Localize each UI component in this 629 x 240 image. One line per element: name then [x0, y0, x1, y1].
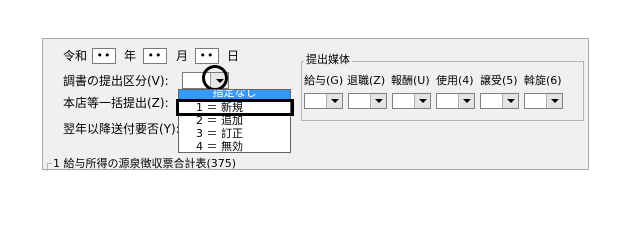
- year-input[interactable]: ••: [92, 48, 116, 64]
- media-col-use: 使用(4): [436, 74, 474, 87]
- media-select-retire[interactable]: [348, 93, 387, 109]
- chevron-down-icon: [463, 99, 471, 103]
- section-frame: [47, 163, 52, 171]
- section-title: 1 給与所得の源泉徴収票合計表(375): [53, 157, 237, 170]
- month-label: 月: [176, 49, 189, 63]
- chevron-down-icon: [375, 99, 383, 103]
- highlight-box: [176, 99, 294, 116]
- chevron-down-icon: [507, 99, 515, 103]
- year-label: 年: [124, 49, 137, 63]
- media-select-transfer[interactable]: [480, 93, 519, 109]
- next-year-label: 翌年以降送付要否(Y):: [63, 122, 180, 136]
- head-office-label: 本店等一括提出(Z):: [63, 96, 169, 110]
- dropdown-option-correct[interactable]: 3 ＝ 訂正: [179, 127, 290, 140]
- media-col-brokerage: 斡旋(6): [524, 74, 562, 87]
- chevron-down-icon: [419, 99, 427, 103]
- media-groupbox-title: 提出媒体: [304, 53, 352, 66]
- media-select-use[interactable]: [436, 93, 475, 109]
- day-input[interactable]: ••: [195, 48, 219, 64]
- dropdown-option-invalid[interactable]: 4 ＝ 無効: [179, 140, 290, 152]
- media-select-brokerage[interactable]: [524, 93, 563, 109]
- highlight-circle: [202, 65, 228, 91]
- dropdown-option-highlighted[interactable]: 指定なし: [179, 90, 290, 99]
- era-label: 令和: [63, 49, 88, 63]
- media-groupbox: [301, 61, 584, 121]
- media-col-salary: 給与(G): [304, 74, 344, 87]
- submission-type-label: 調書の提出区分(V):: [63, 74, 169, 88]
- chevron-down-icon: [331, 99, 339, 103]
- media-col-fee: 報酬(U): [391, 74, 430, 87]
- chevron-down-icon: [551, 99, 559, 103]
- media-select-fee[interactable]: [392, 93, 431, 109]
- media-col-retire: 退職(Z): [347, 74, 386, 87]
- day-label: 日: [227, 49, 240, 63]
- media-select-salary[interactable]: [304, 93, 343, 109]
- dialog-panel: 令和 •• 年 •• 月 •• 日 調書の提出区分(V): 本店等一括提出(Z)…: [42, 38, 589, 171]
- media-col-transfer: 譲受(5): [480, 74, 518, 87]
- month-input[interactable]: ••: [143, 48, 167, 64]
